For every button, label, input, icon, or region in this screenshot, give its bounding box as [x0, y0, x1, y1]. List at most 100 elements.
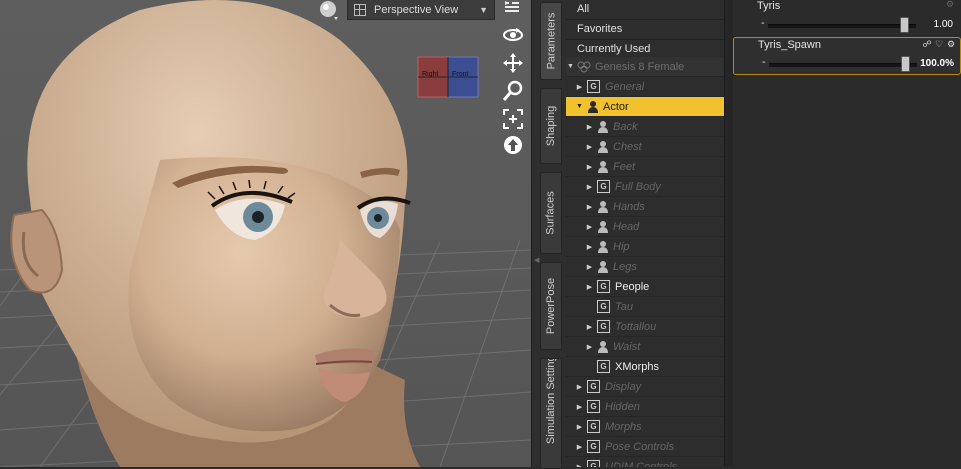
zoom-icon[interactable]	[502, 80, 524, 102]
tree-item[interactable]: ▶ Waist	[566, 337, 724, 357]
group-icon: G	[597, 320, 610, 333]
tab-label: PowerPose	[545, 277, 558, 335]
group-icon: G	[587, 460, 600, 467]
group-icon: G	[587, 80, 600, 93]
tree-item-label: Head	[613, 220, 640, 233]
slider-knob[interactable]	[901, 56, 910, 72]
group-icon: G	[587, 420, 600, 433]
expand-arrow-icon[interactable]: ▶	[575, 83, 584, 91]
view-cube[interactable]: Right Front	[416, 55, 482, 101]
param-slider[interactable]: - 1.00	[733, 15, 959, 35]
pan-icon[interactable]	[502, 52, 524, 74]
tree-item-label: Morphs	[605, 420, 642, 433]
tab-surfaces[interactable]: Surfaces	[540, 172, 562, 254]
expand-arrow-icon[interactable]: ▶	[585, 143, 594, 151]
expand-arrow-icon[interactable]: ▼	[566, 63, 575, 70]
tree-item-label: Legs	[613, 260, 637, 273]
param-value[interactable]: 1.00	[934, 19, 953, 30]
expand-arrow-icon[interactable]: ▶	[585, 263, 594, 271]
tab-label: Parameters	[545, 12, 558, 70]
tree-item[interactable]: ▶ Back	[566, 117, 724, 137]
person-icon	[597, 140, 609, 153]
tree-item-label: Display	[605, 380, 642, 393]
tree-item[interactable]: ▶ Hip	[566, 237, 724, 257]
expand-arrow-icon[interactable]: ▶	[575, 403, 584, 411]
camera-view-dropdown[interactable]: Perspective View ▼	[347, 0, 495, 20]
tree-item[interactable]: ▶ Feet	[566, 157, 724, 177]
tree-item-label: Actor	[603, 100, 629, 113]
tree-item[interactable]: G Tau	[566, 297, 724, 317]
param-tyris[interactable]: Tyris ⚙ - 1.00	[733, 0, 959, 35]
expand-arrow-icon[interactable]: ▶	[585, 223, 594, 231]
viewport-menu-icon[interactable]	[503, 0, 521, 16]
tree-item[interactable]: ▶ G Tottallou	[566, 317, 724, 337]
slider-track[interactable]	[768, 24, 916, 28]
param-slider[interactable]: - 100.0%	[734, 54, 960, 74]
expand-arrow-icon[interactable]: ▶	[585, 123, 594, 131]
tree-item[interactable]: G XMorphs	[566, 357, 724, 377]
tab-label: Shaping	[545, 105, 557, 147]
tree-item[interactable]: ▶ Chest	[566, 137, 724, 157]
expand-arrow-icon[interactable]: ▶	[585, 243, 594, 251]
tree-item[interactable]: ▼ Actor	[566, 97, 724, 117]
tree-item[interactable]: ▶ G Display	[566, 377, 724, 397]
chevron-down-icon: ▼	[479, 4, 488, 15]
expand-arrow-icon[interactable]: ▶	[585, 203, 594, 211]
expand-arrow-icon[interactable]: ▶	[585, 343, 594, 351]
param-value[interactable]: 100.0%	[920, 58, 954, 69]
cube-right-face-label: Right	[422, 71, 439, 78]
expand-arrow-icon[interactable]: ▶	[575, 423, 584, 431]
tab-simulation-settings[interactable]: Simulation Settings	[540, 358, 562, 469]
3d-viewport[interactable]: Perspective View ▼ Right Front	[0, 0, 531, 467]
slider-knob[interactable]	[900, 17, 909, 33]
expand-arrow-icon[interactable]: ▶	[585, 183, 594, 191]
tree-item-label: Hidden	[605, 400, 640, 413]
tab-shaping[interactable]: Shaping	[540, 88, 562, 164]
reset-view-icon[interactable]	[502, 134, 524, 156]
group-icon: G	[597, 180, 610, 193]
orbit-icon[interactable]	[502, 24, 524, 46]
expand-arrow-icon[interactable]: ▶	[585, 163, 594, 171]
tree-root-node[interactable]: ▼ Genesis 8 Female	[566, 57, 724, 77]
slider-track[interactable]	[769, 63, 917, 67]
group-icon: G	[597, 280, 610, 293]
tab-label: Surfaces	[545, 191, 558, 235]
tree-item[interactable]: ▶ G General	[566, 77, 724, 97]
minus-icon[interactable]: -	[762, 56, 766, 68]
group-icon: G	[587, 440, 600, 453]
favorite-heart-icon[interactable]: ♡	[934, 39, 944, 49]
tree-item[interactable]: ▶ Hands	[566, 197, 724, 217]
collapse-arrow-icon[interactable]: ▼	[575, 103, 584, 110]
expand-arrow-icon[interactable]: ▶	[575, 383, 584, 391]
tree-item-label: Hip	[613, 240, 630, 253]
tree-item-label: Hands	[613, 200, 645, 213]
draw-style-sphere-icon[interactable]	[318, 0, 340, 20]
filter-all[interactable]: All	[566, 0, 724, 20]
expand-arrow-icon[interactable]: ▶	[575, 463, 584, 468]
expand-arrow-icon[interactable]: ▶	[585, 323, 594, 331]
collapse-arrow-icon[interactable]: ◀	[534, 256, 539, 264]
expand-arrow-icon[interactable]: ▶	[575, 443, 584, 451]
property-group-tree: All Favorites Currently Used ▼ Genesis 8…	[566, 0, 724, 467]
tab-powerpose[interactable]: PowerPose	[540, 262, 562, 350]
link-icon[interactable]: ☍	[922, 39, 932, 49]
person-icon	[597, 260, 609, 273]
param-tyris-spawn[interactable]: Tyris_Spawn ☍ ♡ ⚙ - 100.0%	[733, 37, 961, 75]
minus-icon[interactable]: -	[761, 17, 765, 29]
tree-item[interactable]: ▶ G Hidden	[566, 397, 724, 417]
group-icon: G	[587, 380, 600, 393]
tree-item[interactable]: ▶ G Pose Controls	[566, 437, 724, 457]
tree-item[interactable]: ▶ Legs	[566, 257, 724, 277]
tree-item-label: Chest	[613, 140, 642, 153]
filter-favorites[interactable]: Favorites	[566, 20, 724, 40]
tree-item[interactable]: ▶ G Morphs	[566, 417, 724, 437]
frame-icon[interactable]	[502, 108, 524, 130]
gear-icon[interactable]: ⚙	[945, 0, 955, 9]
tree-item[interactable]: ▶ G People	[566, 277, 724, 297]
expand-arrow-icon[interactable]: ▶	[585, 283, 594, 291]
gear-icon[interactable]: ⚙	[946, 39, 956, 49]
tab-parameters[interactable]: Parameters	[540, 2, 562, 80]
tree-item[interactable]: ▶ Head	[566, 217, 724, 237]
tree-item[interactable]: ▶ G Full Body	[566, 177, 724, 197]
tree-item[interactable]: ▶ G UDIM Controls	[566, 457, 724, 467]
